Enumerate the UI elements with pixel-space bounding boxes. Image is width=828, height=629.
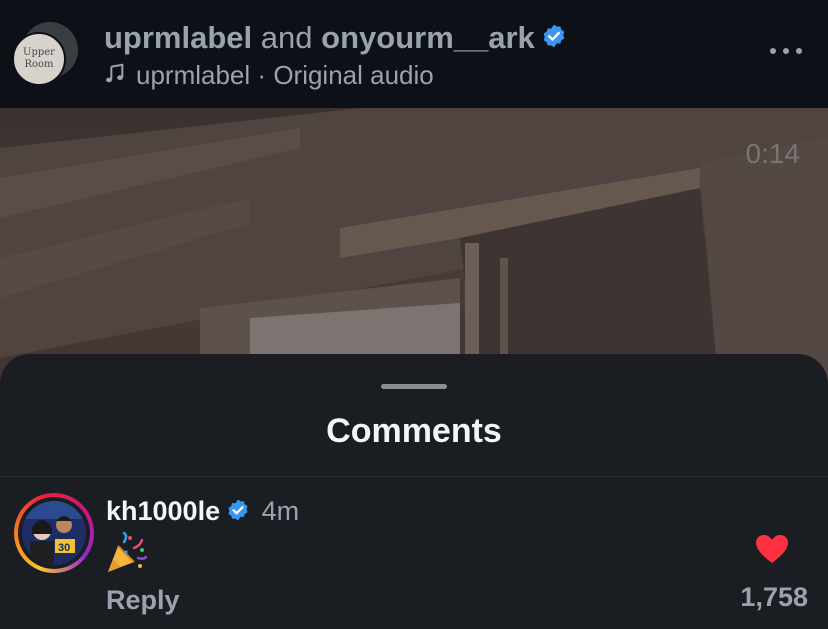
heart-icon[interactable]	[755, 534, 789, 564]
comment-time: 4m	[261, 496, 300, 526]
svg-text:30: 30	[58, 542, 70, 554]
author-username[interactable]: uprmlabel	[104, 20, 252, 55]
video-elapsed-time: 0:14	[745, 138, 801, 169]
avatar-text-upper: Upper	[23, 47, 55, 58]
sheet-title: Comments	[326, 412, 502, 450]
sheet-divider	[0, 476, 828, 477]
authors-joiner: and	[260, 20, 313, 55]
post-authors: uprmlabel and onyourm__ark	[104, 18, 567, 58]
post-header: Upper Room uprmlabel and onyourm__ark up…	[0, 0, 828, 108]
collab-avatar[interactable]: Upper Room	[12, 22, 78, 88]
collaborator-username[interactable]: onyourm__ark	[321, 20, 535, 55]
commenter-avatar-story-ring[interactable]: 30	[14, 493, 94, 573]
audio-title: Original audio	[273, 60, 434, 90]
verified-badge-icon	[228, 499, 248, 521]
comment-header: kh1000le 4m	[106, 494, 299, 528]
party-popper-icon	[108, 532, 148, 572]
avatar-photo-icon: 30	[22, 501, 86, 565]
reel-screen: Upper Room uprmlabel and onyourm__ark up…	[0, 0, 828, 629]
verified-badge-icon	[543, 24, 565, 48]
avatar-text-room: Room	[24, 59, 54, 70]
audio-separator: ·	[257, 60, 267, 90]
author-avatar: Upper Room	[12, 32, 66, 86]
comment-username[interactable]: kh1000le	[106, 496, 220, 526]
more-options-icon[interactable]	[768, 44, 804, 58]
music-note-icon	[106, 63, 124, 83]
commenter-avatar: 30	[22, 501, 86, 565]
audio-attribution[interactable]: uprmlabel · Original audio	[104, 58, 434, 92]
reply-button[interactable]: Reply	[106, 583, 180, 617]
sheet-drag-handle[interactable]	[381, 384, 447, 389]
like-count[interactable]: 1,758	[740, 580, 808, 614]
audio-author: uprmlabel	[136, 60, 251, 90]
